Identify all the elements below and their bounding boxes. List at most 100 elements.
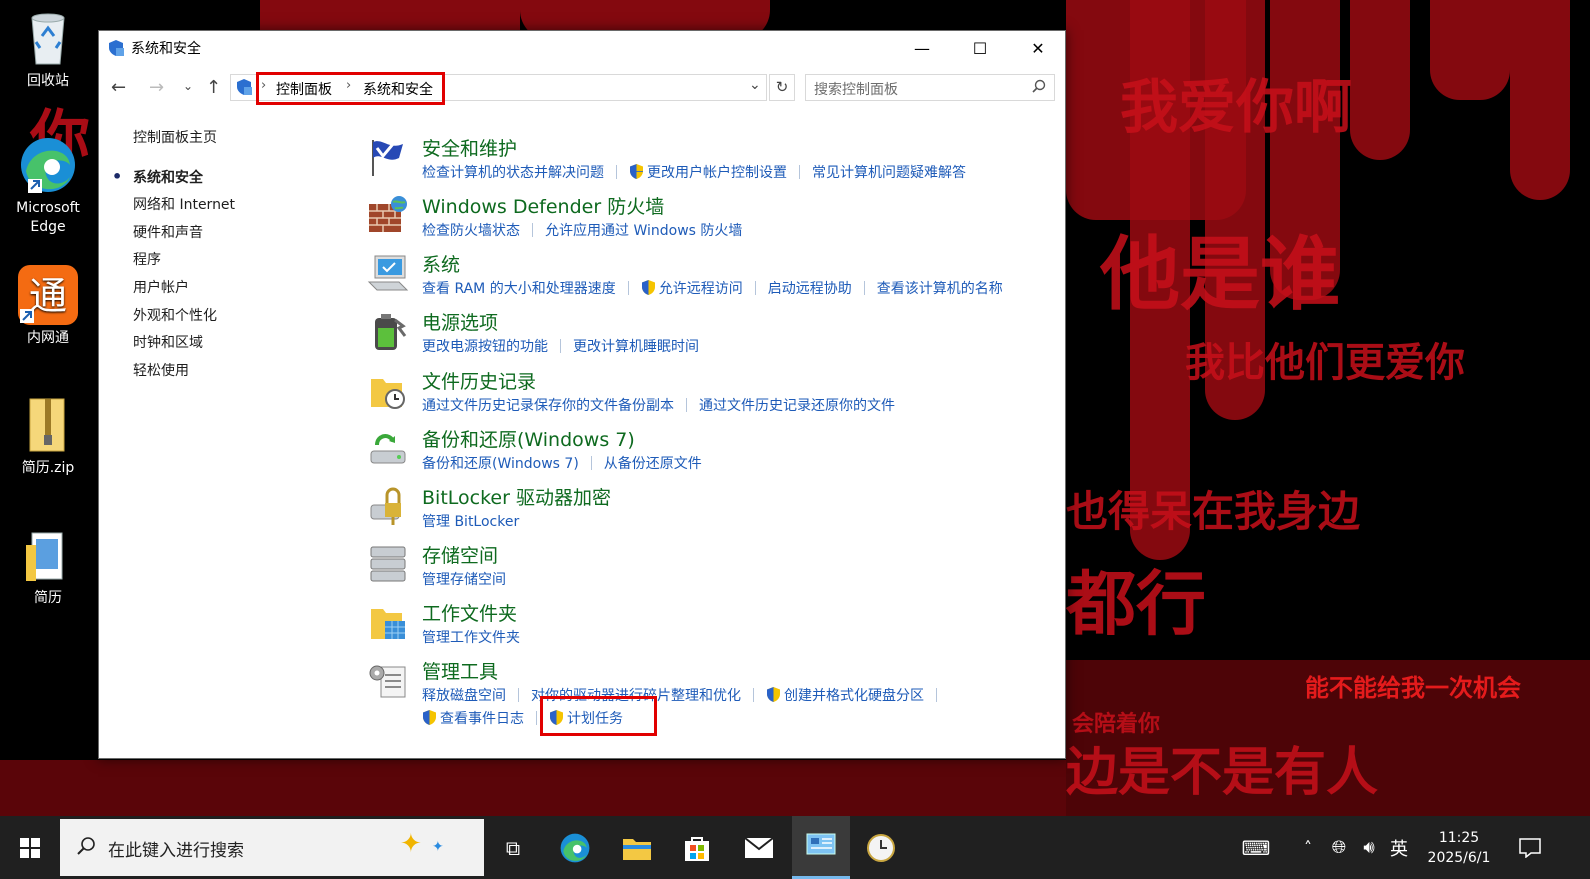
- link-uac-settings[interactable]: 更改用户帐户控制设置: [629, 162, 787, 182]
- close-button[interactable]: ✕: [1009, 31, 1067, 65]
- link-computer-name[interactable]: 查看该计算机的名称: [877, 278, 1003, 298]
- highlight-box-breadcrumb: [256, 72, 445, 105]
- link-text: 创建并格式化硬盘分区: [784, 688, 924, 704]
- desktop-icon-zip[interactable]: 简历.zip: [8, 395, 88, 478]
- wallpaper-text: 边是不是有人: [1066, 742, 1379, 803]
- action-center-keyboard-icon[interactable]: ⌨: [1236, 816, 1276, 879]
- category-title[interactable]: 存储空间: [422, 541, 498, 568]
- link-manage-storage[interactable]: 管理存储空间: [422, 569, 506, 589]
- link-backup-copy[interactable]: 通过文件历史记录保存你的文件备份副本: [422, 395, 674, 415]
- left-navigation: 控制面板主页 • 系统和安全 网络和 Internet 硬件和声音 程序 用户帐…: [112, 128, 235, 389]
- taskbar: 在此键入进行搜索 ✦ ✦ ⧉ ⌨ ˄ 🌐︎ 🔊︎ 英 11:25 2025/6/…: [0, 816, 1590, 879]
- link-remote-assistance[interactable]: 启动远程协助: [768, 278, 852, 298]
- link-remote-access[interactable]: 允许远程访问: [641, 278, 743, 298]
- link-sleep-time[interactable]: 更改计算机睡眠时间: [573, 336, 699, 356]
- windows-logo-icon: [20, 837, 40, 858]
- network-globe-icon[interactable]: 🌐︎: [1324, 816, 1354, 879]
- address-dropdown-chevron-icon[interactable]: ⌄: [749, 77, 761, 93]
- link-restore-files[interactable]: 通过文件历史记录还原你的文件: [699, 395, 895, 415]
- link-manage-work-folders[interactable]: 管理工作文件夹: [422, 627, 520, 647]
- clock-app-icon[interactable]: [852, 816, 910, 879]
- mail-icon[interactable]: [730, 816, 788, 879]
- taskbar-search-box[interactable]: 在此键入进行搜索 ✦ ✦: [60, 819, 484, 876]
- nav-item-user-accounts[interactable]: 用户帐户: [133, 278, 235, 306]
- file-explorer-icon[interactable]: [608, 816, 666, 879]
- nav-label: 系统和安全: [133, 169, 203, 186]
- desktop-icon-neiwangtong[interactable]: 通 内网通: [8, 265, 88, 348]
- search-icon: [76, 836, 96, 860]
- up-arrow-icon[interactable]: ↑: [206, 77, 221, 98]
- wallpaper-text: 我比他们更爱你: [1185, 339, 1465, 386]
- clock[interactable]: 11:25 2025/6/1: [1414, 816, 1504, 879]
- volume-icon[interactable]: 🔊︎: [1354, 816, 1384, 879]
- link-restore-from-backup[interactable]: 从备份还原文件: [604, 453, 702, 473]
- task-view-icon[interactable]: ⧉: [484, 816, 542, 879]
- recent-locations-chevron-icon[interactable]: ⌄: [183, 79, 193, 93]
- desktop-icon-folder[interactable]: 简历: [8, 525, 88, 608]
- link-disk-cleanup[interactable]: 释放磁盘空间: [422, 685, 506, 705]
- sparkle-icon: ✦: [432, 839, 444, 855]
- address-shield-icon: [235, 78, 253, 100]
- category-title[interactable]: 工作文件夹: [422, 599, 517, 626]
- nav-item-clock-region[interactable]: 时钟和区域: [133, 333, 235, 361]
- link-power-button[interactable]: 更改电源按钮的功能: [422, 336, 548, 356]
- desktop-icon-recycle-bin[interactable]: 回收站: [8, 8, 88, 91]
- title-bar[interactable]: 系统和安全 — ☐ ✕: [99, 31, 1065, 65]
- category-title[interactable]: 安全和维护: [422, 134, 517, 161]
- show-hidden-icons-chevron-icon[interactable]: ˄: [1296, 816, 1320, 879]
- category-title[interactable]: 管理工具: [422, 657, 498, 684]
- category-title[interactable]: Windows Defender 防火墙: [422, 192, 664, 219]
- search-input[interactable]: 搜索控制面板: [805, 74, 1055, 101]
- category-title[interactable]: 文件历史记录: [422, 367, 536, 394]
- category-title[interactable]: 电源选项: [422, 308, 498, 335]
- store-icon[interactable]: [668, 816, 726, 879]
- link-firewall-status[interactable]: 检查防火墙状态: [422, 220, 520, 240]
- ime-indicator[interactable]: 英: [1384, 816, 1414, 879]
- link-backup-restore-win7[interactable]: 备份和还原(Windows 7): [422, 453, 579, 473]
- control-panel-icon[interactable]: [792, 816, 850, 879]
- security-maintenance-flag-icon: [367, 136, 409, 178]
- nav-control-panel-home[interactable]: 控制面板主页: [133, 128, 235, 156]
- nav-item-network[interactable]: 网络和 Internet: [133, 195, 235, 223]
- window-title: 系统和安全: [131, 41, 201, 57]
- back-arrow-icon[interactable]: ←: [111, 77, 126, 98]
- link-check-status[interactable]: 检查计算机的状态并解决问题: [422, 162, 604, 182]
- wallpaper-text: 他是谁: [1100, 227, 1340, 321]
- minimize-button[interactable]: —: [893, 31, 951, 65]
- link-separator: [753, 688, 754, 702]
- refresh-icon[interactable]: ↻: [769, 74, 795, 101]
- start-button[interactable]: [0, 816, 60, 879]
- link-text: 允许远程访问: [658, 281, 743, 297]
- category-links: 管理 BitLocker: [422, 511, 519, 531]
- desktop-icon-edge[interactable]: Microsoft Edge: [8, 135, 88, 237]
- category-links: 管理工作文件夹: [422, 627, 520, 647]
- nav-item-ease-of-access[interactable]: 轻松使用: [133, 361, 235, 389]
- edge-icon[interactable]: [546, 816, 604, 879]
- category-links: 查看 RAM 的大小和处理器速度 允许远程访问 启动远程协助 查看该计算机的名称: [422, 278, 1003, 298]
- link-troubleshoot[interactable]: 常见计算机问题疑难解答: [812, 162, 966, 182]
- link-create-partitions[interactable]: 创建并格式化硬盘分区: [766, 685, 924, 705]
- desktop-icon-label: 简历.zip: [21, 460, 75, 476]
- maximize-button[interactable]: ☐: [951, 31, 1009, 65]
- link-event-log[interactable]: 查看事件日志: [422, 708, 524, 728]
- link-view-ram[interactable]: 查看 RAM 的大小和处理器速度: [422, 278, 616, 298]
- clock-date: 2025/6/1: [1427, 849, 1491, 866]
- nav-item-hardware-sound[interactable]: 硬件和声音: [133, 223, 235, 251]
- category-title[interactable]: 系统: [422, 250, 460, 277]
- nav-item-system-security[interactable]: • 系统和安全: [112, 167, 235, 196]
- admin-tools-icon: [367, 659, 409, 701]
- notification-center-icon[interactable]: [1510, 816, 1550, 879]
- nav-item-programs[interactable]: 程序: [133, 250, 235, 278]
- category-title[interactable]: 备份和还原(Windows 7): [422, 425, 635, 452]
- nav-item-appearance[interactable]: 外观和个性化: [133, 306, 235, 334]
- link-separator: [536, 711, 537, 725]
- wallpaper-text: 也得呆在我身边: [1066, 487, 1361, 536]
- link-separator: [936, 688, 937, 702]
- link-allow-app-firewall[interactable]: 允许应用通过 Windows 防火墙: [545, 220, 742, 240]
- category-title[interactable]: BitLocker 驱动器加密: [422, 483, 611, 510]
- link-separator: [627, 281, 629, 295]
- forward-arrow-icon[interactable]: →: [149, 77, 164, 98]
- link-separator: [560, 339, 561, 353]
- link-manage-bitlocker[interactable]: 管理 BitLocker: [422, 511, 519, 531]
- link-separator: [590, 456, 592, 470]
